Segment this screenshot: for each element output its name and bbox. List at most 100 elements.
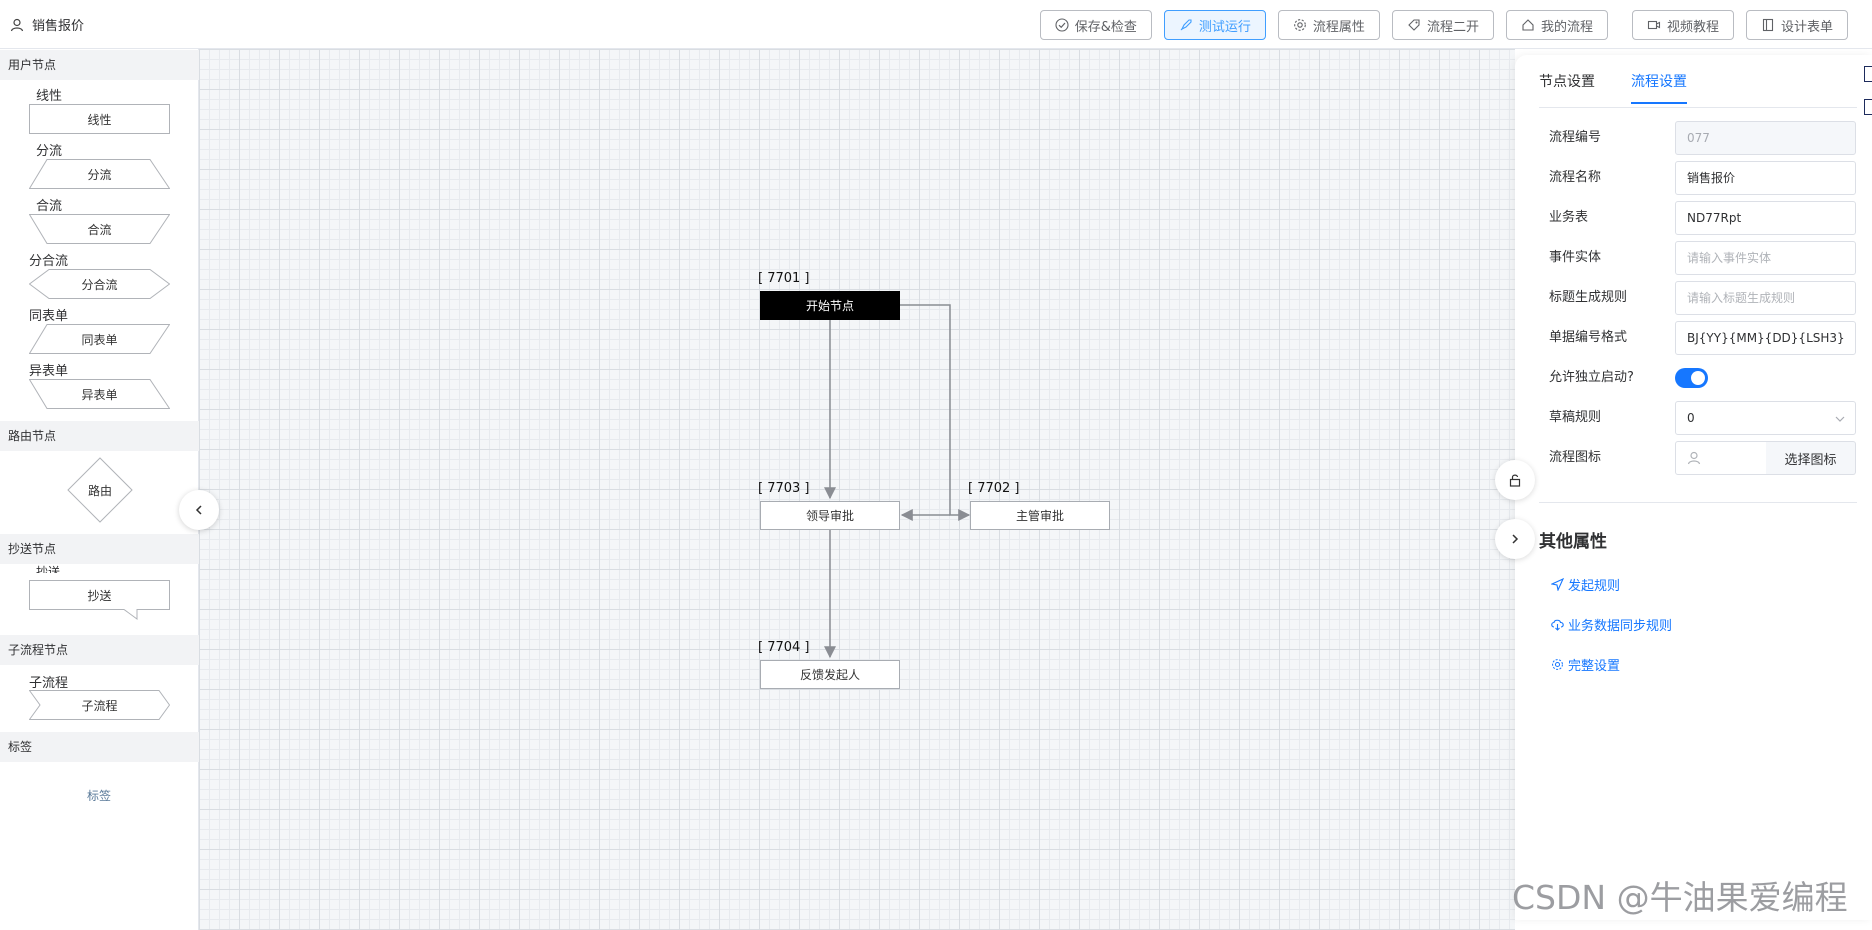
linear-label: 线性 [36, 89, 63, 104]
tag-node-shape[interactable]: 标签 [87, 787, 111, 804]
chevron-down-icon [1835, 416, 1845, 422]
my-flows-button[interactable]: 我的流程 [1505, 10, 1608, 40]
same-form-node-shape[interactable]: 同表单 [29, 324, 170, 354]
subflow-node-shape[interactable]: 子流程 [29, 690, 170, 720]
flow-properties-button[interactable]: 流程属性 [1277, 10, 1380, 40]
tags-section-title: 标签 [0, 732, 199, 762]
form-icon [1762, 18, 1774, 32]
settings-panel: 节点设置 流程设置 流程编号 077 流程名称 销售报价 业务表 ND77Rpt… [1515, 55, 1872, 920]
split-merge-node-shape[interactable]: 分合流 [29, 269, 170, 299]
header: 销售报价 保存&检查 测试运行 流程属性 流程二开 我的流程 视频教程 设计表单 [0, 0, 1872, 49]
same-form-label: 同表单 [29, 309, 69, 324]
test-run-label: 测试运行 [1198, 19, 1251, 35]
connector-7701-7702[interactable] [900, 304, 971, 521]
start-node[interactable]: 开始节点 [760, 291, 900, 320]
route-node-shape[interactable]: 路由 [67, 457, 133, 523]
bill-no-format-input[interactable]: BJ{YY}{MM}{DD}{LSH3} [1675, 321, 1856, 355]
flow-dev-label: 流程二开 [1426, 19, 1479, 35]
cloud-download-icon [1551, 619, 1564, 631]
unlock-icon [1509, 474, 1521, 487]
draft-rule-value: 0 [1687, 411, 1695, 425]
split-merge-label: 分合流 [29, 254, 69, 269]
panel-tabs: 节点设置 流程设置 [1539, 71, 1687, 104]
title-rule-input[interactable]: 请输入标题生成规则 [1675, 281, 1856, 315]
my-flows-label: 我的流程 [1540, 19, 1593, 35]
tag-icon [1408, 19, 1420, 31]
node-palette: 用户节点 线性 线性 分流 分流 合流 合流 分合流 分合流 同表单 同表单 异… [0, 49, 199, 930]
allow-start-row: 允许独立启动? [1549, 361, 1849, 395]
title-rule-row: 标题生成规则 请输入标题生成规则 [1549, 281, 1856, 315]
watermark: CSDN @牛油果爱编程 [1512, 878, 1848, 917]
edge-checkbox-2[interactable] [1864, 99, 1872, 115]
leader-approval-node[interactable]: 领导审批 [760, 501, 900, 530]
collapse-palette-button[interactable] [179, 490, 219, 530]
flow-name-input[interactable]: 销售报价 [1675, 161, 1856, 195]
chevron-right-icon [1512, 534, 1519, 544]
full-settings-label: 完整设置 [1568, 659, 1621, 674]
diff-form-node-shape[interactable]: 异表单 [29, 379, 170, 409]
data-sync-rules-label: 业务数据同步规则 [1568, 619, 1673, 634]
home-icon [1522, 19, 1534, 31]
design-form-button[interactable]: 设计表单 [1745, 10, 1848, 40]
event-entity-input[interactable]: 请输入事件实体 [1675, 241, 1856, 275]
flow-no-label: 流程编号 [1549, 130, 1602, 145]
flow-no-input: 077 [1675, 121, 1856, 155]
app-title: 销售报价 [10, 15, 84, 34]
lock-panel-button[interactable] [1495, 460, 1535, 500]
flow-connectors [824, 304, 971, 659]
user-nodes-section-title: 用户节点 [0, 50, 199, 80]
linear-node-shape[interactable]: 线性 [29, 104, 170, 134]
chevron-left-icon [195, 505, 202, 515]
design-form-label: 设计表单 [1780, 19, 1833, 35]
flow-icon-preview [1675, 441, 1767, 475]
node-id-7701: [ 7701 ] [758, 271, 810, 286]
feedback-initiator-node[interactable]: 反馈发起人 [760, 660, 900, 689]
check-circle-icon [1055, 18, 1069, 32]
biz-table-row: 业务表 ND77Rpt [1549, 201, 1856, 235]
gear-icon [1294, 19, 1306, 31]
draft-rule-select[interactable]: 0 [1675, 401, 1856, 435]
flow-icon-label: 流程图标 [1549, 450, 1602, 465]
tab-node-settings[interactable]: 节点设置 [1539, 71, 1595, 104]
title-rule-label: 标题生成规则 [1549, 290, 1628, 305]
flow-icon-row: 流程图标 选择图标 [1549, 441, 1856, 475]
node-id-7702: [ 7702 ] [968, 481, 1020, 496]
video-tutorial-button[interactable]: 视频教程 [1631, 10, 1734, 40]
merge-label: 合流 [36, 199, 63, 214]
toolbar: 保存&检查 测试运行 流程属性 流程二开 我的流程 视频教程 设计表单 [1028, 10, 1848, 40]
supervisor-approval-node[interactable]: 主管审批 [970, 501, 1110, 530]
full-settings-link[interactable]: 完整设置 [1551, 655, 1620, 674]
flow-no-row: 流程编号 077 [1549, 121, 1856, 155]
rocket-icon [1180, 19, 1192, 31]
biz-table-input[interactable]: ND77Rpt [1675, 201, 1856, 235]
flow-dev-button[interactable]: 流程二开 [1391, 10, 1494, 40]
cc-nodes-section-title: 抄送节点 [0, 534, 199, 564]
page-title: 销售报价 [32, 19, 85, 34]
other-properties-title: 其他属性 [1539, 532, 1607, 552]
event-entity-row: 事件实体 请输入事件实体 [1549, 241, 1856, 275]
video-icon [1647, 20, 1661, 30]
collapse-panel-button[interactable] [1495, 519, 1535, 559]
split-label: 分流 [36, 144, 63, 159]
event-entity-label: 事件实体 [1549, 250, 1602, 265]
tab-flow-settings[interactable]: 流程设置 [1631, 71, 1687, 104]
user-icon [1687, 451, 1701, 465]
send-icon [1551, 578, 1564, 591]
tab-divider [1539, 107, 1857, 108]
start-rules-label: 发起规则 [1568, 579, 1621, 594]
data-sync-rules-link[interactable]: 业务数据同步规则 [1551, 615, 1672, 634]
diff-form-label: 异表单 [29, 364, 69, 379]
merge-node-shape[interactable]: 合流 [29, 214, 170, 244]
allow-start-toggle[interactable] [1675, 368, 1708, 388]
save-check-button[interactable]: 保存&检查 [1039, 10, 1152, 40]
test-run-button[interactable]: 测试运行 [1163, 10, 1266, 40]
split-node-shape[interactable]: 分流 [29, 159, 170, 189]
choose-icon-button[interactable]: 选择图标 [1766, 441, 1856, 475]
cc-node-shape[interactable]: 抄送 [29, 580, 170, 620]
edge-checkbox-1[interactable] [1864, 66, 1872, 82]
subflow-nodes-section-title: 子流程节点 [0, 635, 199, 665]
node-id-7704: [ 7704 ] [758, 640, 810, 655]
start-rules-link[interactable]: 发起规则 [1551, 575, 1620, 594]
section-divider [1539, 502, 1857, 503]
flow-canvas[interactable]: [ 7701 ] 开始节点 [ 7703 ] 领导审批 [ 7702 ] 主管审… [199, 49, 1515, 930]
